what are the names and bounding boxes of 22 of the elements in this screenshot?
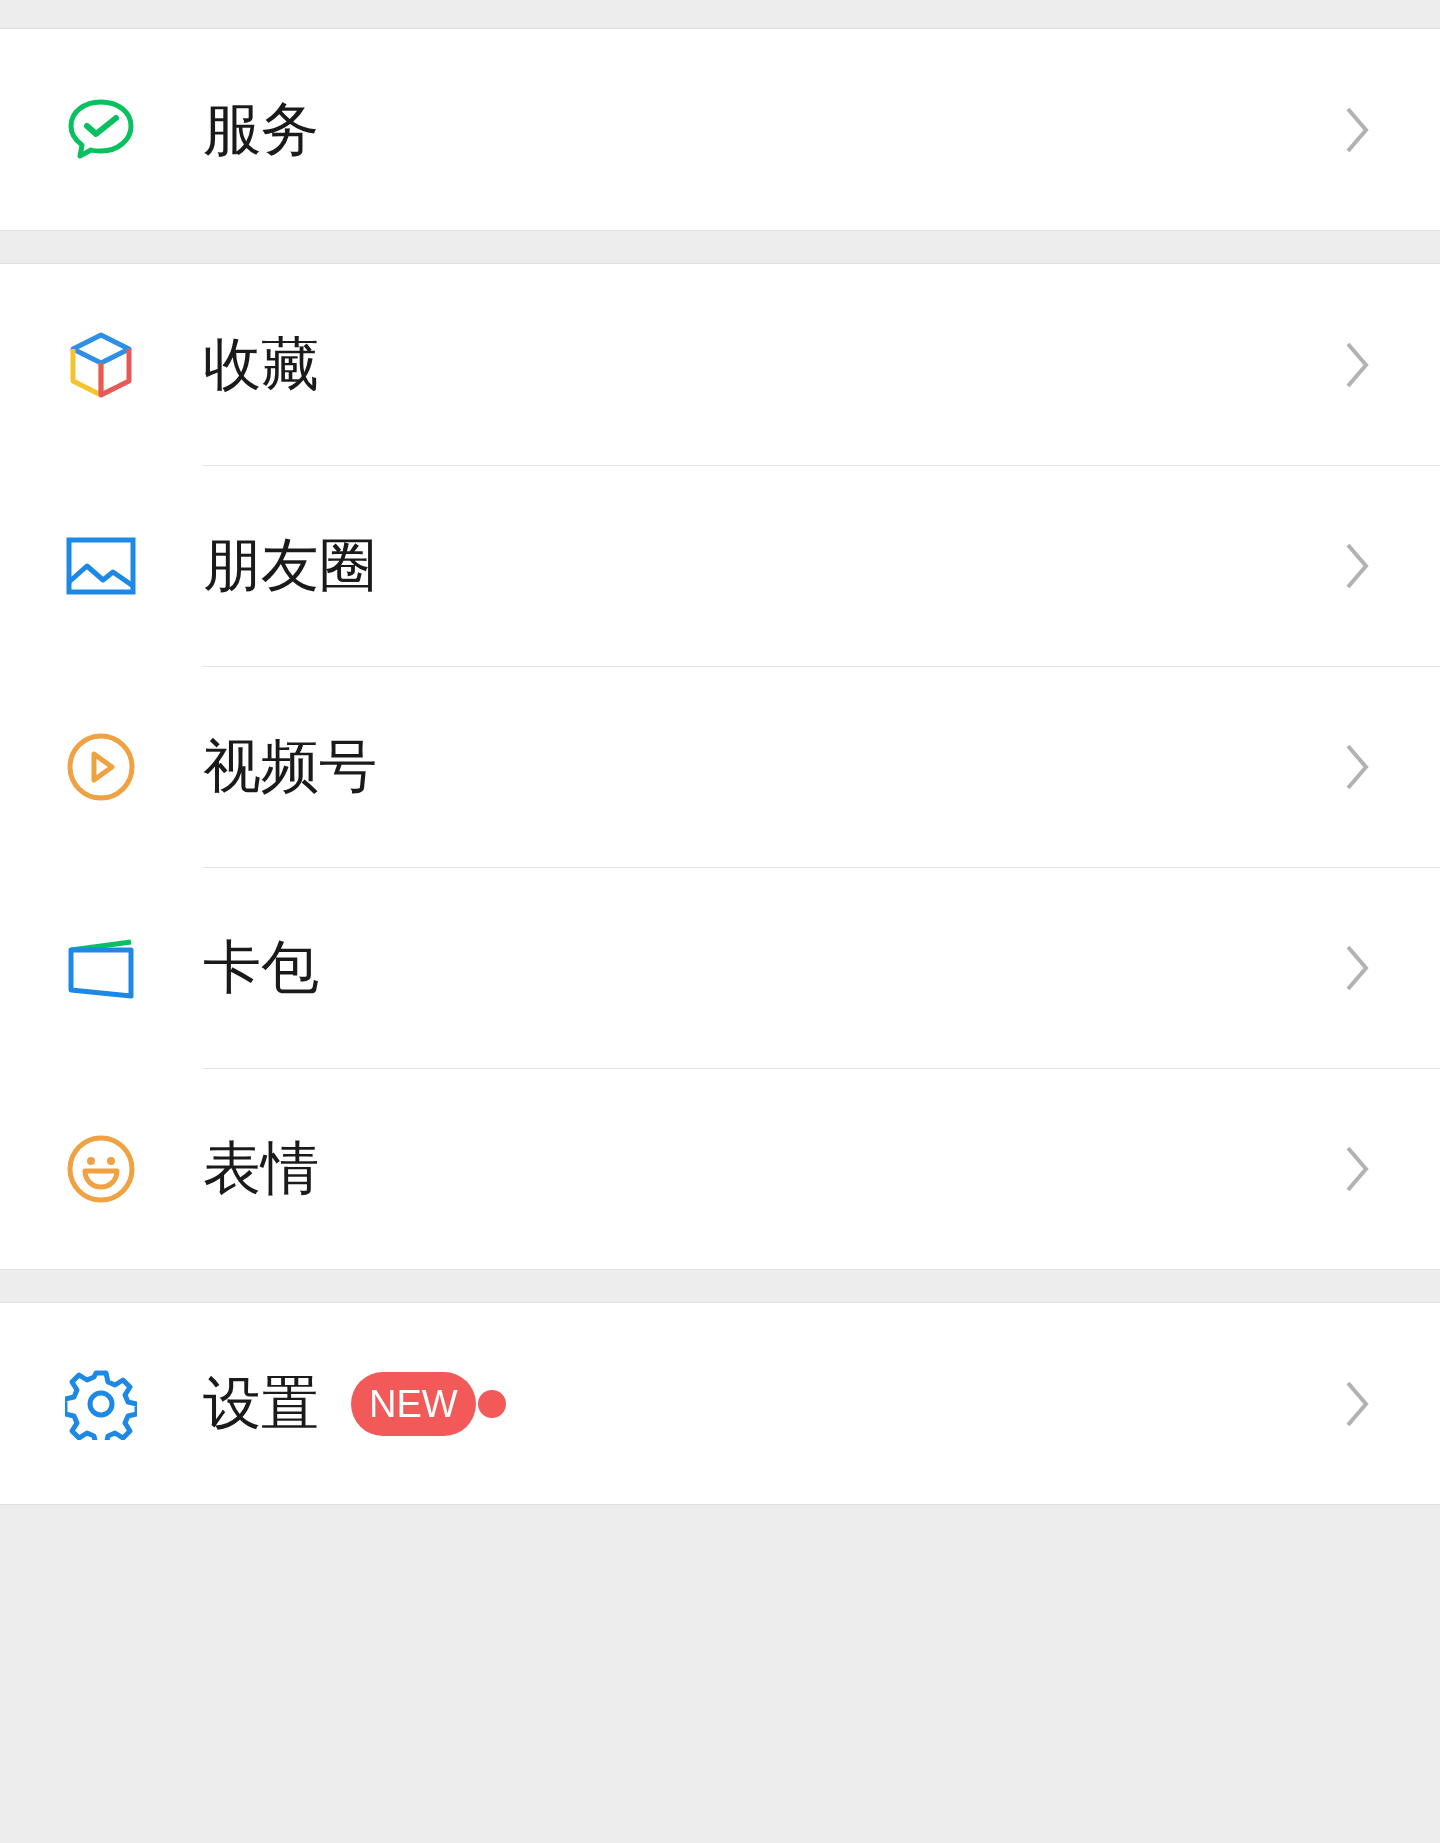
chevron-right-icon: [1344, 1145, 1370, 1193]
chevron-right-icon: [1344, 340, 1370, 389]
item-label: 设置: [203, 1367, 319, 1439]
chevron-right-icon: [1344, 1379, 1370, 1428]
chevron-right-icon: [1344, 542, 1370, 590]
chevron-right-icon: [1344, 944, 1370, 992]
menu-item[interactable]: 服务: [0, 29, 1440, 230]
menu-item[interactable]: 收藏: [0, 264, 1440, 465]
menu-item[interactable]: 表情: [0, 1068, 1440, 1269]
item-label: 表情: [203, 1133, 319, 1204]
chevron-right-icon: [1344, 743, 1370, 791]
item-label: 收藏: [203, 328, 319, 400]
menu-item[interactable]: 视频号: [0, 666, 1440, 867]
item-label: 服务: [203, 93, 319, 165]
chevron-right-icon: [1344, 105, 1370, 154]
menu-item[interactable]: 设置 NEW: [0, 1303, 1440, 1504]
menu-item[interactable]: 卡包: [0, 867, 1440, 1068]
item-label: 视频号: [203, 731, 377, 802]
item-label: 朋友圈: [203, 530, 377, 601]
menu-item[interactable]: 朋友圈: [0, 465, 1440, 666]
item-label: 卡包: [203, 932, 319, 1003]
new-badge: NEW: [351, 1371, 476, 1436]
